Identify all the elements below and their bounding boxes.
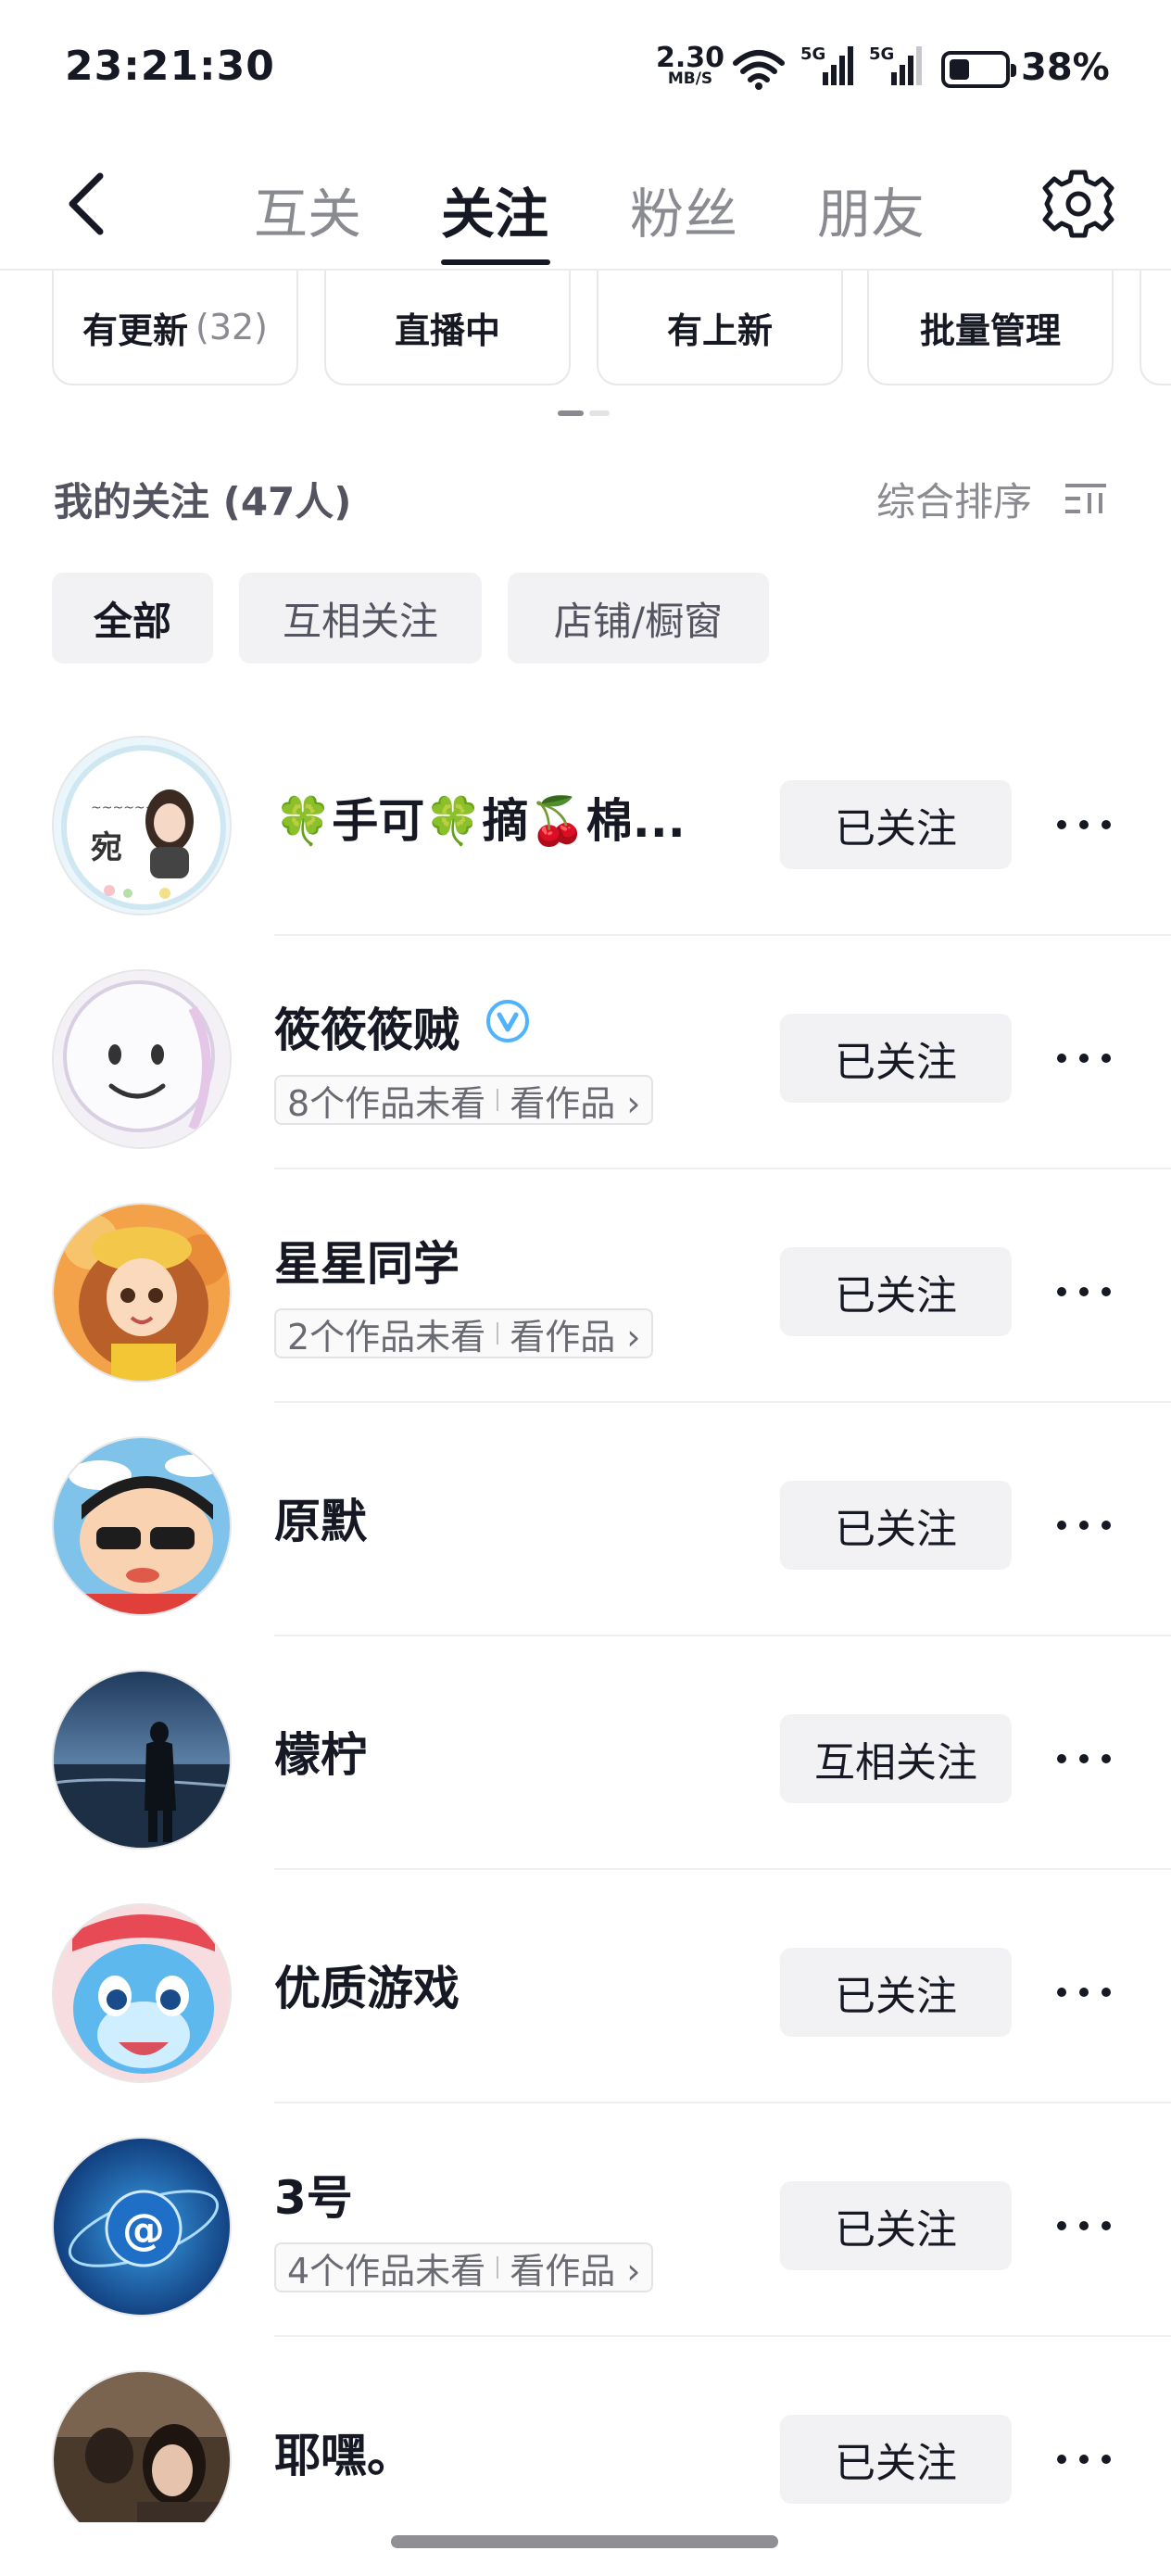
follow-status-button[interactable]: 互相关注: [780, 1714, 1012, 1803]
follow-status-button[interactable]: 已关注: [780, 1948, 1012, 2037]
home-indicator[interactable]: [391, 2535, 778, 2548]
more-options-icon[interactable]: [1047, 2207, 1121, 2244]
wifi-icon: [733, 50, 785, 90]
following-count-title: 我的关注 (47人): [54, 479, 352, 524]
tab-mutual[interactable]: 互关: [254, 170, 361, 248]
blue-mascot-icon[interactable]: [52, 1903, 232, 2083]
portrait-icon[interactable]: ~~~~~~ 宛: [52, 736, 232, 915]
user-name[interactable]: 檬柠: [274, 1718, 367, 1785]
battery-percent: 38%: [1021, 46, 1110, 89]
unseen-works-tag[interactable]: 4个作品未看 看作品 ›: [274, 2242, 654, 2292]
user-name[interactable]: 🍀手可🍀摘🍒棉...: [274, 784, 686, 851]
chip-live[interactable]: 直播中: [324, 271, 571, 385]
battery-icon: [941, 51, 1016, 88]
follow-status-button[interactable]: 已关注: [780, 1481, 1012, 1570]
chip-batch-manage[interactable]: 批量管理: [867, 271, 1114, 385]
unseen-works-tag[interactable]: 2个作品未看 看作品 ›: [274, 1308, 654, 1358]
top-nav: 互关 关注 粉丝 朋友: [0, 139, 1171, 271]
list-item[interactable]: 原默 已关注: [0, 1403, 1171, 1636]
list-item[interactable]: 筱筱筱贼 8个作品未看 看作品 › 已关注: [0, 936, 1171, 1169]
page-indicator: [558, 410, 610, 416]
list-item[interactable]: 优质游戏 已关注: [0, 1870, 1171, 2103]
unseen-works-tag[interactable]: 8个作品未看 看作品 ›: [274, 1075, 654, 1125]
status-bar: 23:21:30 2.30 MB/S 5G 5G 38%: [65, 42, 1110, 90]
filter-all[interactable]: 全部: [52, 573, 213, 663]
status-time: 23:21:30: [65, 43, 275, 90]
back-arrow-icon[interactable]: [57, 167, 122, 241]
follow-status-button[interactable]: 已关注: [780, 1014, 1012, 1103]
tab-following[interactable]: 关注: [441, 170, 548, 248]
more-options-icon[interactable]: [1047, 806, 1121, 843]
chip-new-arrivals[interactable]: 有上新: [597, 271, 843, 385]
photo-portrait-icon[interactable]: [52, 2370, 232, 2522]
list-item[interactable]: ~~~~~~ 宛 🍀手可🍀摘🍒棉... 已关注: [0, 702, 1171, 936]
list-item[interactable]: 檬柠 互相关注: [0, 1636, 1171, 1870]
follow-status-button[interactable]: 已关注: [780, 2181, 1012, 2270]
sort-button[interactable]: 综合排序: [876, 471, 1032, 527]
more-options-icon[interactable]: [1047, 1507, 1121, 1544]
chip-has-updates[interactable]: 有更新 (32): [52, 271, 298, 385]
filter-shop[interactable]: 店铺/橱窗: [508, 573, 769, 663]
svg-text:宛: 宛: [91, 829, 122, 866]
cartoon-boy-icon[interactable]: [52, 1436, 232, 1616]
user-name[interactable]: 筱筱筱贼: [274, 993, 460, 1060]
smiley-icon[interactable]: [52, 969, 232, 1149]
svg-text:@: @: [122, 2204, 165, 2254]
more-options-icon[interactable]: [1047, 1040, 1121, 1077]
verified-icon: [486, 1000, 529, 1042]
user-name[interactable]: 耶嘿。: [274, 2418, 413, 2485]
seaside-silhouette-icon[interactable]: [52, 1670, 232, 1850]
list-item[interactable]: 星星同学 2个作品未看 看作品 › 已关注: [0, 1169, 1171, 1403]
follow-status-button[interactable]: 已关注: [780, 1247, 1012, 1336]
more-options-icon[interactable]: [1047, 1273, 1121, 1310]
follow-status-button[interactable]: 已关注: [780, 2415, 1012, 2504]
filter-mutual[interactable]: 互相关注: [239, 573, 482, 663]
user-name[interactable]: 原默: [274, 1484, 367, 1551]
user-name[interactable]: 优质游戏: [274, 1951, 460, 2018]
chip-overflow[interactable]: [1140, 271, 1171, 385]
follow-status-button[interactable]: 已关注: [780, 780, 1012, 869]
network-speed: 2.30 MB/S: [656, 44, 724, 88]
list-item[interactable]: @ 3号 4个作品未看 看作品 › 已关注: [0, 2103, 1171, 2337]
more-options-icon[interactable]: [1047, 1974, 1121, 2011]
gear-icon[interactable]: [1041, 167, 1115, 241]
at-sign-globe-icon[interactable]: @: [52, 2137, 232, 2317]
tab-fans[interactable]: 粉丝: [630, 170, 737, 248]
user-name[interactable]: 3号: [274, 2161, 353, 2228]
tab-friends[interactable]: 朋友: [817, 170, 925, 248]
user-name[interactable]: 星星同学: [274, 1227, 460, 1294]
sort-icon[interactable]: [1062, 480, 1110, 517]
more-options-icon[interactable]: [1047, 2441, 1121, 2478]
girl-cartoon-icon[interactable]: [52, 1203, 232, 1383]
more-options-icon[interactable]: [1047, 1740, 1121, 1777]
active-tab-indicator: [441, 259, 550, 265]
list-item[interactable]: 耶嘿。 已关注: [0, 2337, 1171, 2522]
